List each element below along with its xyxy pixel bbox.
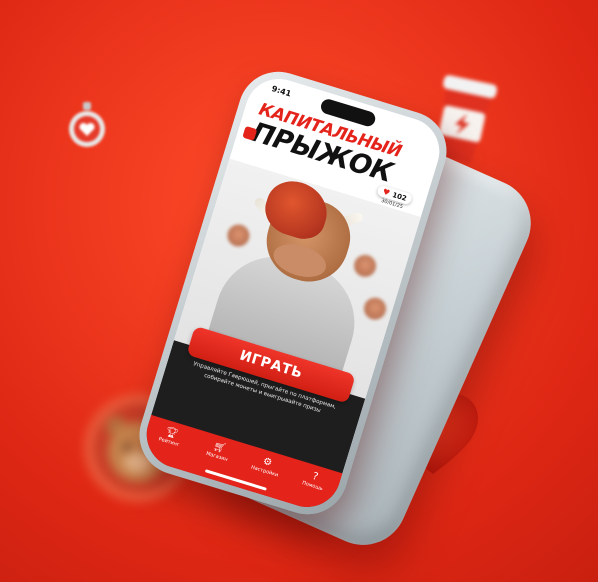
bear-icon xyxy=(361,294,389,323)
tab-help[interactable]: ? Помощь xyxy=(290,465,337,495)
status-time: 9:41 xyxy=(270,84,293,99)
heart-icon: ♥ xyxy=(381,187,392,198)
tab-rating[interactable]: 🏆︎ Рейтинг xyxy=(147,421,194,451)
tab-shop[interactable]: 🛒︎ Магазин xyxy=(195,436,242,466)
bear-icon xyxy=(224,221,253,250)
bear-icon xyxy=(351,252,379,280)
ornament-icon xyxy=(66,102,108,150)
tab-settings[interactable]: ⚙ Настройки xyxy=(243,451,290,481)
